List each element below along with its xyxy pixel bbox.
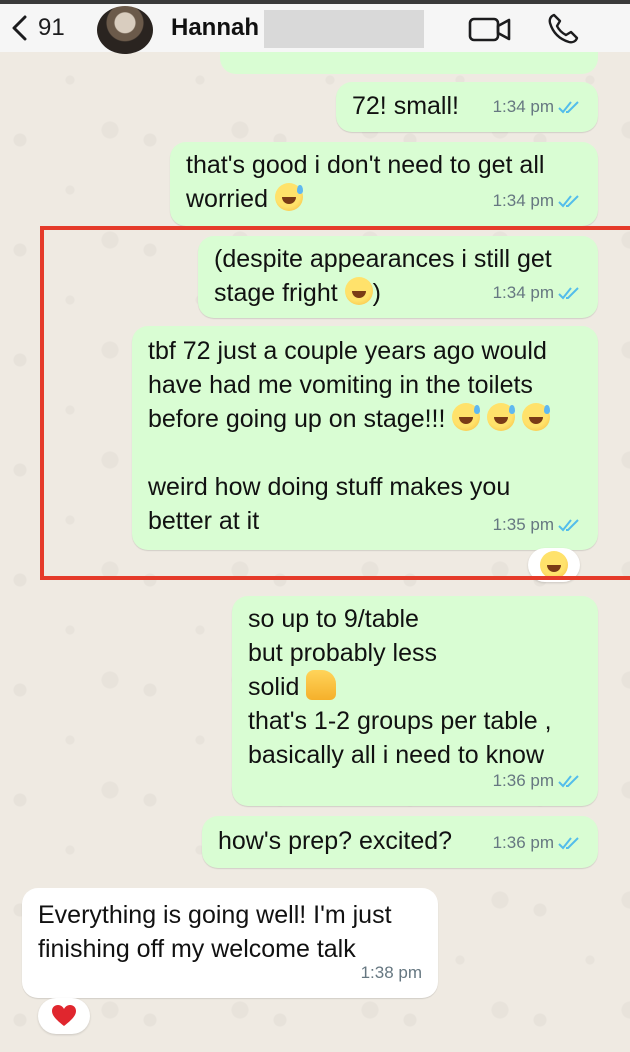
back-button[interactable]: 91 [10,10,65,46]
message-text: how's prep? excited? [218,827,453,855]
message-text-second-paragraph: weird how doing stuff makes you better a… [148,473,511,535]
message-time: 1:36 pm [492,771,554,790]
message-time: 1:34 pm [492,97,554,116]
chat-header: 91 Hannah [0,0,630,54]
thumbs-up-emoji-icon [306,670,337,700]
message-reaction[interactable] [38,998,90,1034]
message-bubble-incoming[interactable]: Everything is going well! I'm just finis… [22,888,438,998]
message-bubble[interactable]: how's prep? excited? 1:36 pm [202,816,598,868]
read-receipt-icon [558,519,579,532]
read-receipt-icon [558,195,579,208]
message-time: 1:36 pm [492,833,554,852]
read-receipt-icon [558,775,579,788]
message-time: 1:34 pm [492,283,554,302]
message-meta: 1:38 pm [361,956,422,990]
redacted-surname [264,10,424,48]
grinning-sweat-emoji-icon [452,403,481,431]
message-text-suffix: ) [372,279,381,307]
message-reaction[interactable] [528,548,580,582]
message-bubble[interactable]: (despite appearances i still get stage f… [198,236,598,318]
tears-of-joy-emoji-icon [540,551,568,579]
grinning-sweat-emoji-icon [522,403,551,431]
chevron-left-icon [12,15,27,41]
message-text: so up to 9/table but probably less solid [248,605,438,701]
grinning-sweat-emoji-icon [274,183,303,211]
read-receipt-icon [558,837,579,850]
message-text: 72! small! [352,92,459,120]
avatar[interactable] [97,6,153,54]
unread-count: 91 [38,14,65,41]
read-receipt-icon [558,101,579,114]
video-call-icon[interactable] [468,14,512,44]
message-bubble[interactable]: tbf 72 just a couple years ago would hav… [132,326,598,550]
message-bubble[interactable]: so up to 9/table but probably less solid… [232,596,598,806]
message-time: 1:38 pm [360,963,422,982]
message-time: 1:35 pm [492,515,554,534]
phone-call-icon[interactable] [546,12,580,46]
message-meta: 1:35 pm [493,508,582,542]
message-text-second-paragraph: that's 1-2 groups per table , basically … [248,707,552,769]
red-heart-emoji-icon [52,1005,76,1026]
read-receipt-icon [558,287,579,300]
message-meta: 1:34 pm [493,90,582,124]
message-meta: 1:34 pm [493,184,582,218]
message-text: Everything is going well! I'm just finis… [38,901,392,963]
message-text: that's good i don't need to get all worr… [186,151,545,213]
message-meta: 1:34 pm [493,276,582,310]
previous-message-bubble [220,52,598,74]
message-meta: 1:36 pm [493,764,582,798]
message-bubble[interactable]: 72! small! 1:34 pm [336,82,598,132]
contact-name[interactable]: Hannah [171,14,259,42]
message-bubble[interactable]: that's good i don't need to get all worr… [170,142,598,226]
tears-of-joy-emoji-icon [344,277,373,305]
message-meta: 1:36 pm [493,826,582,860]
message-time: 1:34 pm [492,191,554,210]
grinning-sweat-emoji-icon [487,403,516,431]
